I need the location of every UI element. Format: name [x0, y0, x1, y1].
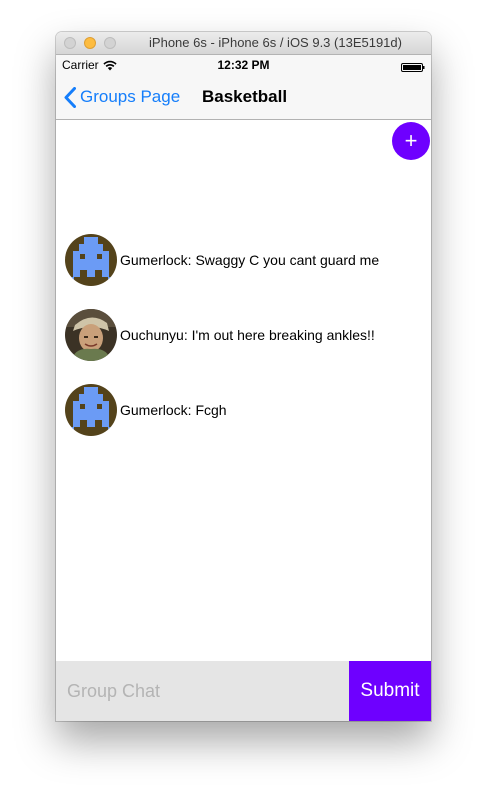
add-button[interactable]: + [392, 122, 430, 160]
simulator-window: iPhone 6s - iPhone 6s / iOS 9.3 (13E5191… [56, 32, 431, 721]
navigation-bar: Groups Page Basketball [56, 75, 431, 120]
battery-icon [401, 61, 425, 72]
message-row: Gumerlock: Swaggy C you cant guard me [65, 234, 379, 286]
photo-avatar [65, 309, 117, 361]
pixel-invader-avatar [65, 234, 117, 286]
message-text: Gumerlock: Fcgh [120, 402, 227, 418]
back-button[interactable]: Groups Page [64, 75, 180, 119]
message-text: Gumerlock: Swaggy C you cant guard me [120, 252, 380, 268]
message-row: Ouchunyu: I'm out here breaking ankles!! [65, 309, 375, 361]
window-minimize-button[interactable] [84, 37, 96, 49]
message-row: Gumerlock: Fcgh [65, 384, 227, 436]
simulator-desktop: iPhone 6s - iPhone 6s / iOS 9.3 (13E5191… [0, 0, 487, 801]
chat-message-list[interactable]: + Gumerlock: Swaggy C you cant guard me … [56, 120, 431, 661]
group-chat-input[interactable] [56, 661, 349, 721]
window-close-button[interactable] [64, 37, 76, 49]
window-zoom-button[interactable] [104, 37, 116, 49]
composer-bar: Submit [56, 661, 431, 721]
status-bar: Carrier 12:32 PM [56, 55, 431, 75]
message-text: Ouchunyu: I'm out here breaking ankles!! [120, 327, 375, 343]
window-titlebar[interactable]: iPhone 6s - iPhone 6s / iOS 9.3 (13E5191… [56, 32, 431, 55]
back-button-label: Groups Page [80, 87, 181, 106]
chevron-left-icon [64, 86, 76, 108]
page-title: Basketball [202, 87, 288, 106]
phone-screen: Carrier 12:32 PM Groups Page Basketball … [56, 55, 431, 721]
submit-button[interactable]: Submit [349, 661, 431, 721]
window-title: iPhone 6s - iPhone 6s / iOS 9.3 (13E5191… [149, 35, 402, 50]
status-time: 12:32 PM [217, 58, 270, 72]
pixel-invader-avatar [65, 384, 117, 436]
